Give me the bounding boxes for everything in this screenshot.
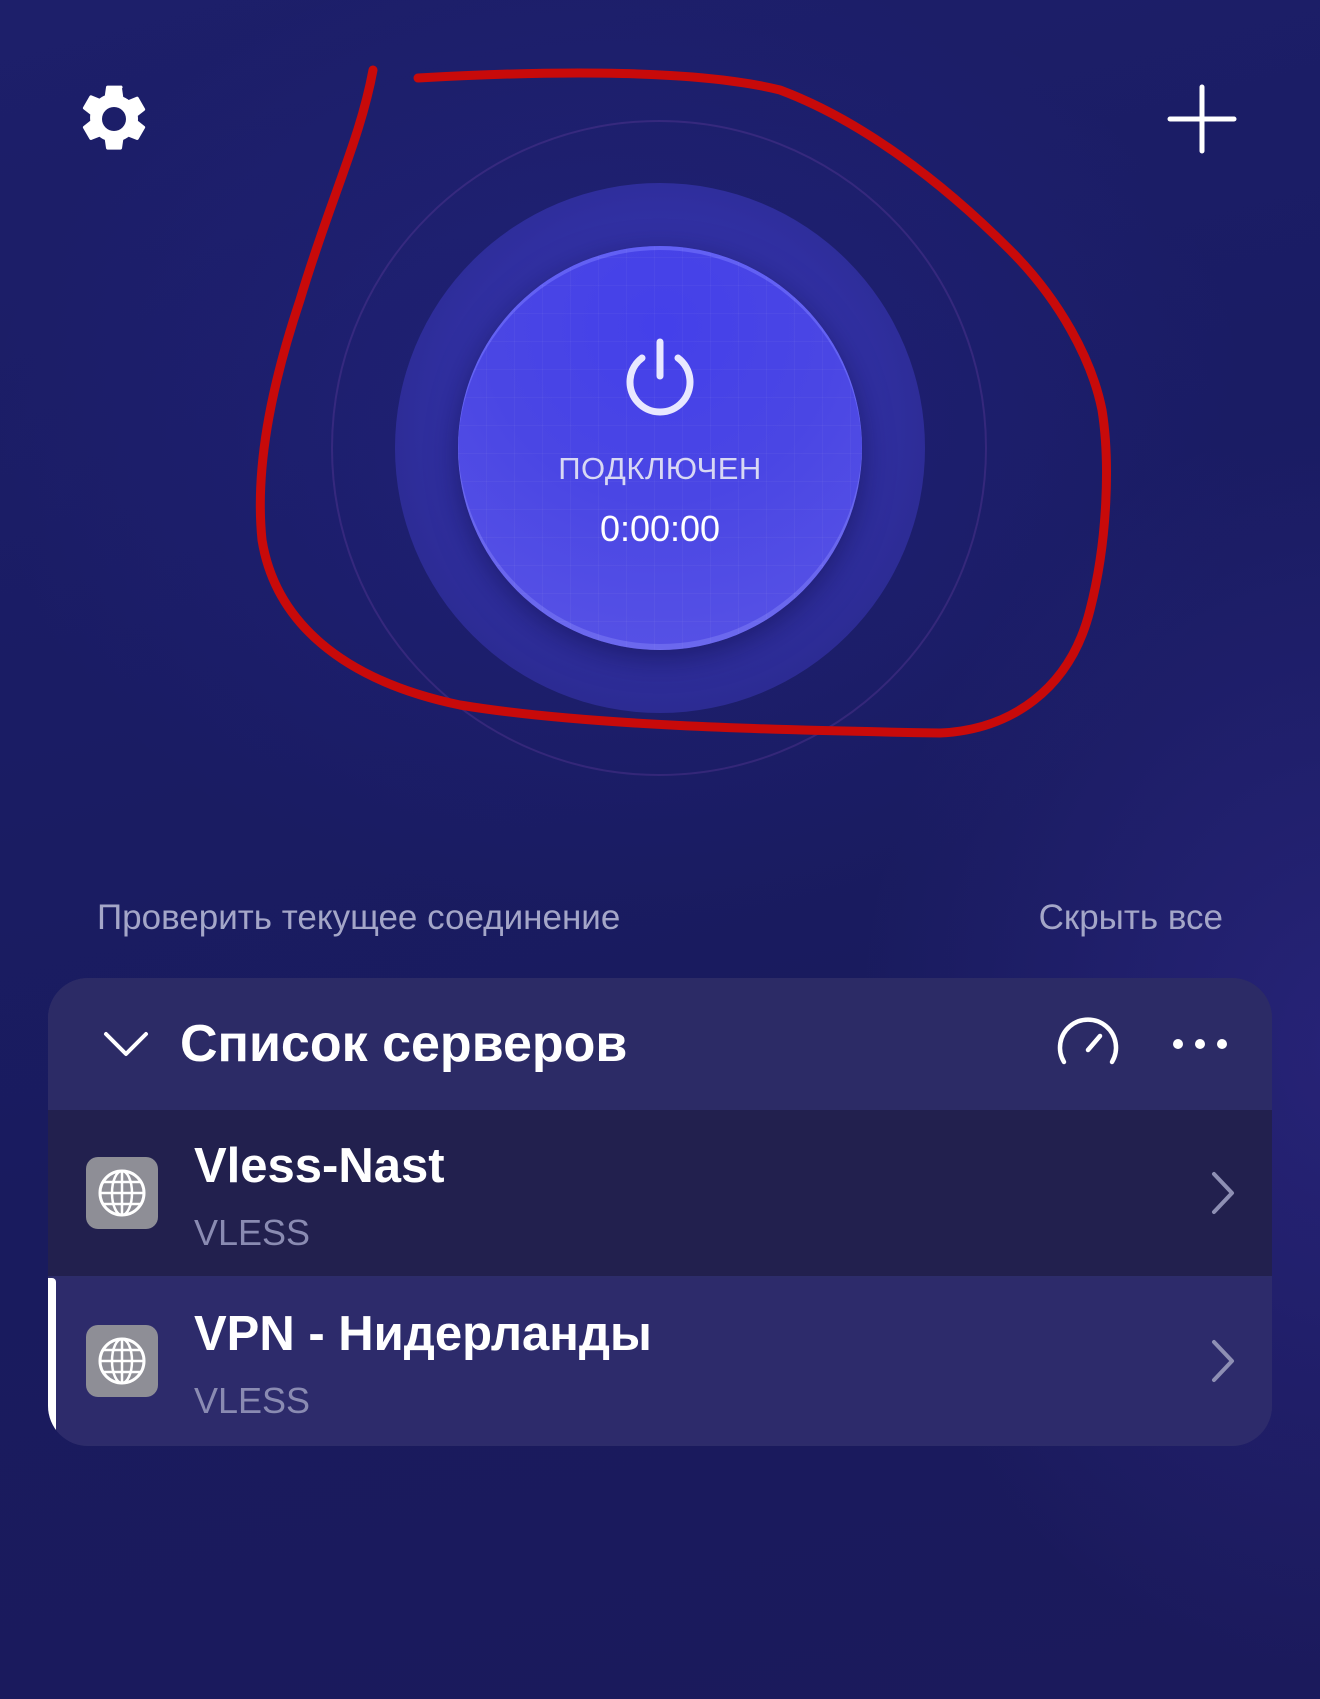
server-protocol: VLESS — [194, 1380, 311, 1421]
hide-all-link[interactable]: Скрыть все — [1039, 898, 1223, 938]
chevron-down-icon[interactable] — [96, 1014, 156, 1074]
server-name: VPN - Нидерланды — [194, 1307, 652, 1361]
button-grid-texture — [458, 246, 862, 650]
connection-links: Проверить текущее соединение Скрыть все — [97, 898, 1223, 938]
server-list-card: Список серверов Vless-Nast VLESS VPN - Н… — [48, 978, 1272, 1446]
server-item-selected[interactable]: VPN - Нидерланды VLESS — [48, 1278, 1272, 1444]
connection-status: ПОДКЛЮЧЕН — [558, 451, 762, 486]
connection-timer: 0:00:00 — [599, 508, 721, 549]
connection-area: ПОДКЛЮЧЕН 0:00:00 — [0, 0, 1320, 800]
speedometer-icon[interactable] — [1054, 1010, 1122, 1078]
check-connection-link[interactable]: Проверить текущее соединение — [97, 898, 620, 938]
more-dots-icon[interactable] — [1168, 1022, 1232, 1066]
server-icon-box — [86, 1157, 158, 1229]
chevron-right-icon — [1212, 1172, 1234, 1214]
power-icon — [626, 338, 694, 416]
selected-indicator — [48, 1278, 56, 1444]
server-icon-box — [86, 1325, 158, 1397]
chevron-right-icon — [1212, 1340, 1234, 1382]
server-item[interactable]: Vless-Nast VLESS — [48, 1110, 1272, 1276]
globe-icon — [98, 1169, 146, 1217]
power-button[interactable]: ПОДКЛЮЧЕН 0:00:00 — [458, 246, 862, 650]
server-protocol: VLESS — [194, 1212, 311, 1253]
server-name: Vless-Nast — [194, 1139, 445, 1193]
globe-icon — [98, 1337, 146, 1385]
server-list-title: Список серверов — [180, 1015, 628, 1073]
server-list-header: Список серверов — [48, 978, 1272, 1110]
